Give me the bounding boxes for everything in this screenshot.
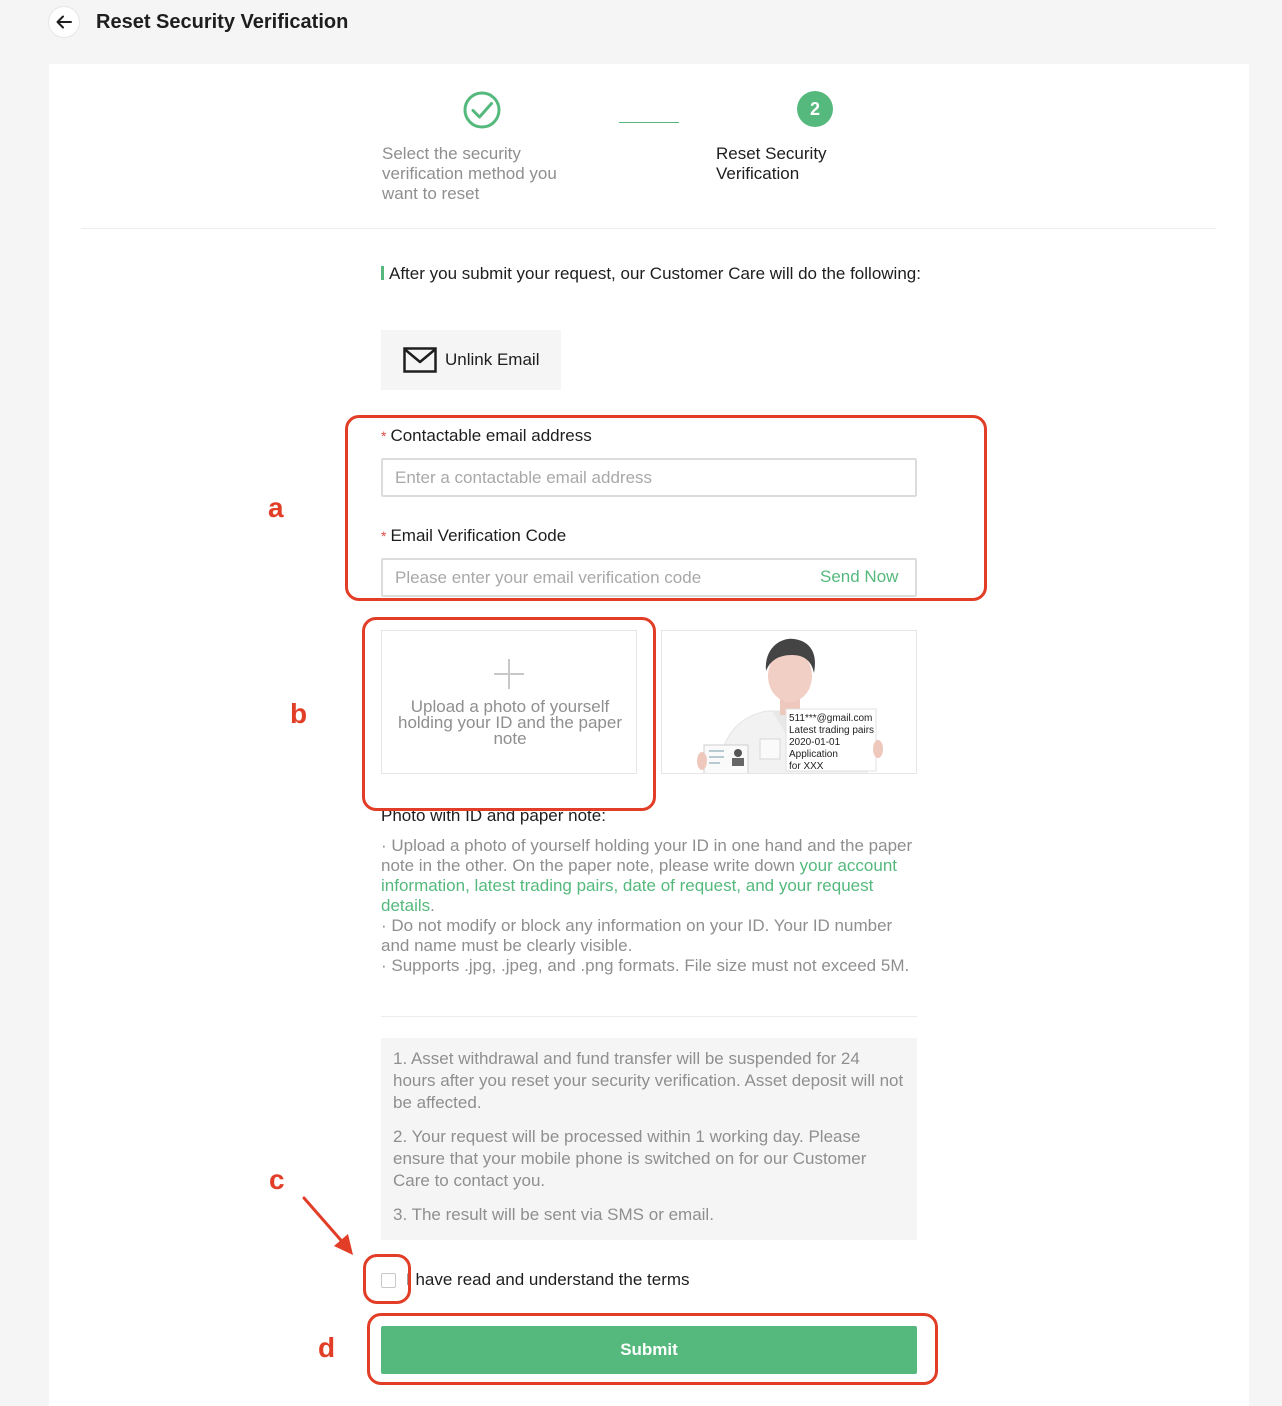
page-header: Reset Security Verification [48, 4, 348, 40]
example-note-text: 511***@gmail.com Latest trading pairs 20… [789, 713, 875, 772]
annotation-label-d: d [318, 1332, 336, 1363]
step2-label: Reset Security Verification [716, 144, 827, 183]
check-circle-icon [463, 91, 501, 129]
back-button[interactable] [48, 6, 80, 38]
unlink-email-label: Unlink Email [445, 350, 540, 369]
instruction-item: · Upload a photo of yourself holding you… [381, 836, 913, 915]
unlink-email-chip: Unlink Email [381, 330, 561, 390]
intro-text: After you submit your request, our Custo… [381, 262, 921, 286]
notice-box: 1. Asset withdrawal and fund transfer wi… [381, 1038, 917, 1240]
step2-number: 2 [797, 91, 833, 127]
photo-requirements: · Upload a photo of yourself holding you… [381, 836, 921, 976]
annotation-box-d [367, 1313, 938, 1385]
example-photo: 511***@gmail.com Latest trading pairs 20… [661, 630, 917, 774]
page-title: Reset Security Verification [96, 10, 349, 33]
step1-label: Select the security verification method … [382, 144, 557, 203]
annotation-label-a: a [268, 492, 284, 523]
annotation-box-a [345, 415, 987, 601]
divider [81, 228, 1216, 229]
annotation-arrow-icon [302, 1196, 353, 1255]
divider [381, 1016, 917, 1017]
terms-label[interactable]: I have read and understand the terms [406, 1270, 690, 1290]
annotation-box-c [363, 1254, 411, 1304]
instruction-item: · Do not modify or block any information… [381, 916, 893, 955]
instruction-item: · Supports .jpg, .jpeg, and .png formats… [381, 956, 910, 975]
notice-item: 2. Your request will be processed within… [393, 1127, 867, 1190]
annotation-label-c: c [269, 1164, 285, 1195]
annotation-box-b [362, 617, 656, 811]
step-connector [619, 122, 679, 123]
envelope-icon [403, 347, 437, 373]
notice-item: 1. Asset withdrawal and fund transfer wi… [393, 1049, 904, 1112]
notice-item: 3. The result will be sent via SMS or em… [393, 1205, 714, 1224]
terms-row: I have read and understand the terms [381, 1270, 690, 1290]
arrow-left-icon [56, 15, 72, 29]
annotation-label-b: b [290, 698, 308, 729]
